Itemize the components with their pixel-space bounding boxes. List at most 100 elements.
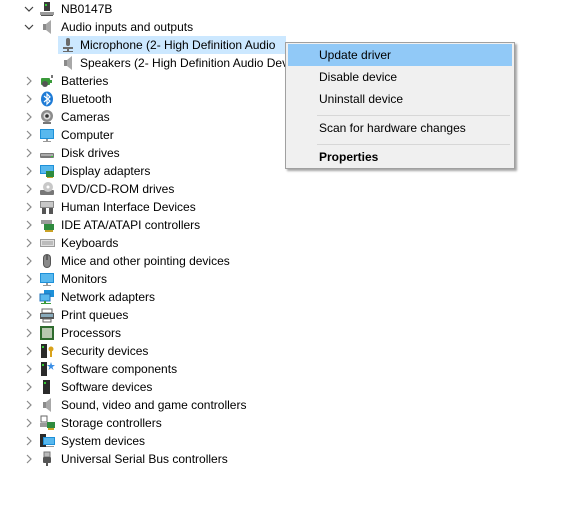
- tree-node-category[interactable]: Cameras: [0, 108, 300, 126]
- category-label: IDE ATA/ATAPI controllers: [61, 218, 201, 232]
- tree-node-category[interactable]: DVD/CD-ROM drives: [0, 180, 300, 198]
- menu-item-scan-hardware-changes[interactable]: Scan for hardware changes: [288, 117, 512, 139]
- category-label: Display adapters: [61, 164, 151, 178]
- tree-node-category[interactable]: Storage controllers: [0, 414, 300, 432]
- device-label: Speakers (2- High Definition Audio Dev: [80, 56, 286, 70]
- tree-node-category[interactable]: Human Interface Devices: [0, 198, 300, 216]
- monitor-icon: [39, 271, 55, 287]
- tree-node-category[interactable]: Processors: [0, 324, 300, 342]
- chevron-right-icon[interactable]: [23, 147, 35, 159]
- chevron-right-icon[interactable]: [23, 201, 35, 213]
- category-label: Print queues: [61, 308, 129, 322]
- category-label: DVD/CD-ROM drives: [61, 182, 175, 196]
- speaker-icon: [60, 55, 76, 71]
- category-label: Sound, video and game controllers: [61, 398, 247, 412]
- category-label: Software devices: [61, 380, 153, 394]
- menu-item-disable-device[interactable]: Disable device: [288, 66, 512, 88]
- menu-item-uninstall-device[interactable]: Uninstall device: [288, 88, 512, 110]
- ide-controller-icon: [39, 217, 55, 233]
- keyboard-icon: [39, 235, 55, 251]
- chevron-right-icon[interactable]: [23, 111, 35, 123]
- tree-node-category[interactable]: Security devices: [0, 342, 300, 360]
- tree-node-root[interactable]: NB0147B: [0, 0, 300, 18]
- tree-node-speakers[interactable]: Speakers (2- High Definition Audio Dev: [0, 54, 286, 72]
- computer-tower-icon: [39, 1, 55, 17]
- chevron-right-icon[interactable]: [23, 255, 35, 267]
- category-label: Keyboards: [61, 236, 119, 250]
- chevron-down-icon[interactable]: [23, 3, 35, 15]
- chevron-right-icon[interactable]: [23, 309, 35, 321]
- category-label: Software components: [61, 362, 178, 376]
- menu-item-properties[interactable]: Properties: [288, 146, 512, 168]
- system-device-icon: [39, 433, 55, 449]
- menu-item-label: Properties: [319, 150, 379, 164]
- tree-node-category[interactable]: Sound, video and game controllers: [0, 396, 300, 414]
- speaker-icon: [39, 19, 55, 35]
- chevron-right-icon[interactable]: [23, 237, 35, 249]
- root-label: NB0147B: [61, 2, 113, 16]
- category-label: Computer: [61, 128, 114, 142]
- chevron-down-icon[interactable]: [23, 21, 35, 33]
- usb-icon: [39, 451, 55, 467]
- bluetooth-icon: [39, 91, 55, 107]
- camera-icon: [39, 109, 55, 125]
- speaker-icon: [39, 397, 55, 413]
- hid-icon: [39, 199, 55, 215]
- tree-node-category[interactable]: System devices: [0, 432, 300, 450]
- chevron-right-icon[interactable]: [23, 75, 35, 87]
- tree-node-category[interactable]: Print queues: [0, 306, 300, 324]
- category-label: Audio inputs and outputs: [61, 20, 194, 34]
- processor-icon: [39, 325, 55, 341]
- security-device-icon: [39, 343, 55, 359]
- category-label: Cameras: [61, 110, 110, 124]
- category-label: System devices: [61, 434, 146, 448]
- display-adapter-icon: [39, 163, 55, 179]
- chevron-right-icon[interactable]: [23, 345, 35, 357]
- category-label: Security devices: [61, 344, 149, 358]
- tree-node-category[interactable]: Software components: [0, 360, 300, 378]
- chevron-right-icon[interactable]: [23, 129, 35, 141]
- tree-node-category[interactable]: Batteries: [0, 72, 300, 90]
- category-label: Processors: [61, 326, 122, 340]
- category-label: Universal Serial Bus controllers: [61, 452, 228, 466]
- tree-node-category[interactable]: Monitors: [0, 270, 300, 288]
- category-label: Network adapters: [61, 290, 156, 304]
- chevron-right-icon[interactable]: [23, 93, 35, 105]
- chevron-right-icon[interactable]: [23, 183, 35, 195]
- category-label: Bluetooth: [61, 92, 112, 106]
- chevron-right-icon[interactable]: [23, 435, 35, 447]
- chevron-right-icon[interactable]: [23, 399, 35, 411]
- menu-item-update-driver[interactable]: Update driver: [288, 44, 512, 66]
- chevron-right-icon[interactable]: [23, 453, 35, 465]
- monitor-icon: [39, 127, 55, 143]
- dvd-drive-icon: [39, 181, 55, 197]
- storage-controller-icon: [39, 415, 55, 431]
- tree-node-category[interactable]: Mice and other pointing devices: [0, 252, 300, 270]
- tree-node-category[interactable]: Computer: [0, 126, 300, 144]
- chevron-right-icon[interactable]: [23, 327, 35, 339]
- tree-node-category[interactable]: Disk drives: [0, 144, 300, 162]
- network-adapter-icon: [39, 289, 55, 305]
- chevron-right-icon[interactable]: [23, 417, 35, 429]
- chevron-right-icon[interactable]: [23, 291, 35, 303]
- tree-node-category[interactable]: Bluetooth: [0, 90, 300, 108]
- category-label: Human Interface Devices: [61, 200, 196, 214]
- chevron-right-icon[interactable]: [23, 381, 35, 393]
- chevron-right-icon[interactable]: [23, 165, 35, 177]
- device-label: Microphone (2- High Definition Audio: [80, 38, 276, 52]
- category-label: Batteries: [61, 74, 109, 88]
- tree-node-audio-inputs-outputs[interactable]: Audio inputs and outputs: [0, 18, 300, 36]
- menu-item-label: Uninstall device: [319, 92, 404, 106]
- tree-node-category[interactable]: Software devices: [0, 378, 300, 396]
- tree-node-category[interactable]: Display adapters: [0, 162, 300, 180]
- chevron-right-icon[interactable]: [23, 219, 35, 231]
- tree-node-category[interactable]: Universal Serial Bus controllers: [0, 450, 300, 468]
- tree-node-category[interactable]: Network adapters: [0, 288, 300, 306]
- tree-node-category[interactable]: Keyboards: [0, 234, 300, 252]
- chevron-right-icon[interactable]: [23, 273, 35, 285]
- software-component-icon: [39, 361, 55, 377]
- tree-node-microphone[interactable]: Microphone (2- High Definition Audio: [0, 36, 286, 54]
- tree-node-category[interactable]: IDE ATA/ATAPI controllers: [0, 216, 300, 234]
- chevron-right-icon[interactable]: [23, 363, 35, 375]
- menu-item-label: Scan for hardware changes: [319, 121, 466, 135]
